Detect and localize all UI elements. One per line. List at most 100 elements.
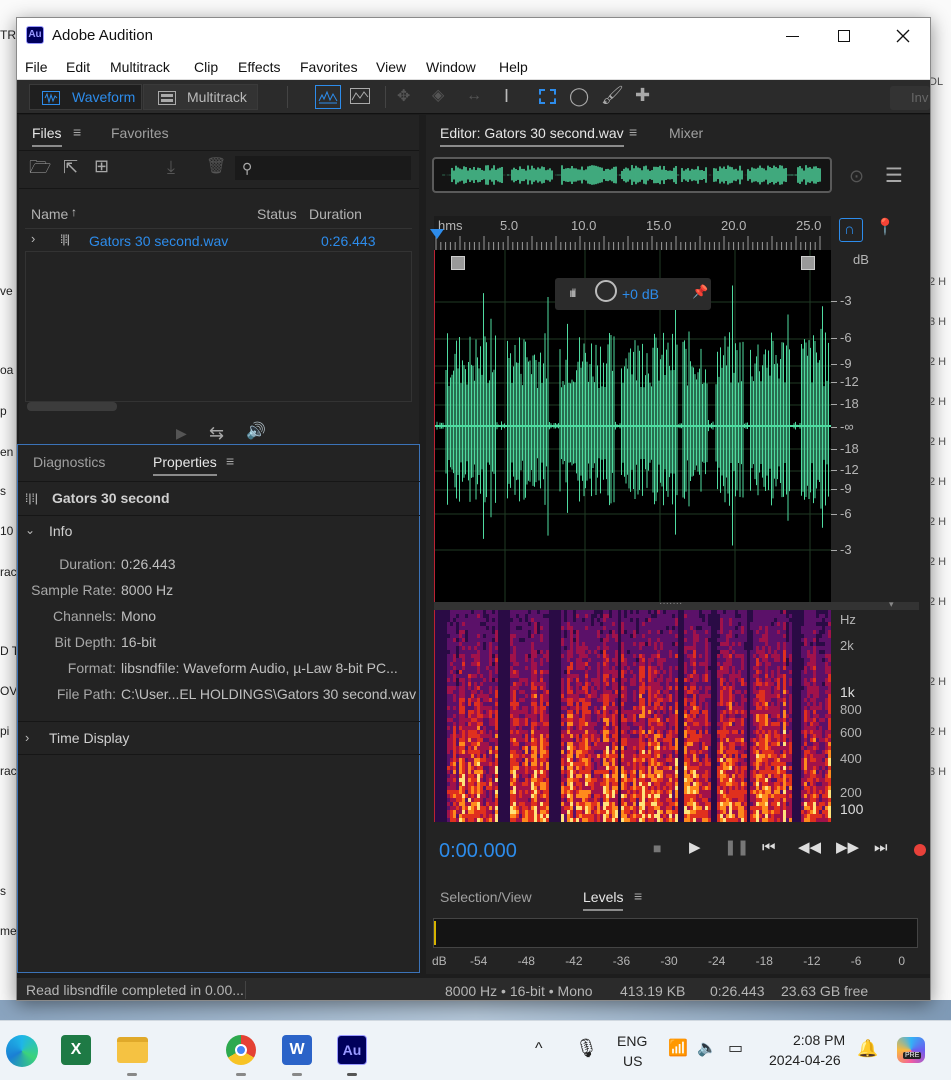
menu-favorites[interactable]: Favorites [300,59,358,75]
title-bar[interactable]: Au Adobe Audition [17,18,930,54]
menu-file[interactable]: File [25,59,48,75]
time-display-section-label[interactable]: Time Display [49,730,129,746]
spectrogram-cell [636,794,639,798]
playhead-marker-icon[interactable] [430,229,444,239]
spectrogram-cell [696,742,699,746]
spectral-display[interactable] [434,610,831,822]
tab-files[interactable]: Files [32,125,62,147]
spectrogram-cell [684,694,687,698]
spectrogram-cell [594,766,597,770]
spectrogram-cell [462,762,465,766]
open-file-icon[interactable]: 🗁 [29,158,51,176]
time-ruler[interactable]: hms 5.0 10.0 15.0 20.0 25.0 [434,216,831,250]
spectrogram-cell [612,666,615,670]
spectrogram-cell [636,682,639,686]
hud-gain[interactable]: ıılıl +0 dB 📌 [555,278,711,310]
spectrogram-cell [510,670,513,674]
spectrogram-cell [621,638,624,642]
tab-favorites[interactable]: Favorites [111,125,169,141]
spectrogram-cell [669,610,672,614]
spectrogram-cell [489,794,492,798]
spectrogram-cell [675,690,678,694]
spectrogram-cell [534,754,537,758]
waveform-view-button[interactable]: Waveform [29,84,142,110]
expand-chevron-icon[interactable]: › [31,231,35,246]
time-selection-tool-icon[interactable]: I [504,87,509,105]
show-waveform-toggle[interactable] [315,85,341,109]
spectrogram-cell [687,682,690,686]
spectrogram-cell [468,742,471,746]
loop-preview-icon[interactable]: ⇆ [209,424,224,442]
minimize-button[interactable] [773,22,813,50]
slip-tool-icon[interactable]: ↔ [466,88,482,104]
marquee-tool-button[interactable] [535,85,561,109]
spectrogram-cell [480,698,483,702]
tab-diagnostics[interactable]: Diagnostics [33,454,105,470]
column-name[interactable]: Name [31,206,68,222]
spectrogram-cell [729,642,732,646]
multitrack-view-button[interactable]: Multitrack [143,84,258,110]
spectrogram-cell [708,658,711,662]
new-file-icon[interactable]: ⊞ [94,157,109,175]
spectrogram-cell [489,758,492,762]
hud-pin-icon[interactable]: 📌 [692,284,708,300]
menu-effects[interactable]: Effects [238,59,281,75]
show-spectral-toggle[interactable] [348,85,374,109]
tab-properties[interactable]: Properties [153,454,217,476]
hud-gain-value[interactable]: +0 dB [622,286,659,302]
spectrogram-cell [588,686,591,690]
file-row[interactable]: › ⁞|⁞| Gators 30 second.wav 0:26.443 [25,228,412,252]
insert-into-multitrack-icon[interactable]: ⤓ [167,158,175,176]
column-duration[interactable]: Duration [309,206,362,222]
zoom-target-icon[interactable]: ⊙ [849,167,864,185]
spectrogram-cell [573,690,576,694]
amplitude-ruler[interactable]: dB -3 -6 -9 -12 -18 -∞ -18 -12 -9 -6 -3 [831,250,919,602]
files-search-input[interactable]: ⚲ [235,156,411,180]
tab-mixer[interactable]: Mixer [669,125,703,141]
files-panel-menu-icon[interactable]: ≡ [73,125,81,139]
fade-out-handle[interactable] [801,256,815,270]
menu-help[interactable]: Help [499,59,528,75]
overview-bar[interactable] [432,157,832,193]
lasso-tool-icon[interactable]: ◯ [569,87,589,105]
snap-button[interactable]: ∩ [839,218,863,242]
import-file-icon[interactable]: ⇱ [63,158,78,176]
close-button[interactable] [883,22,923,50]
tab-editor[interactable]: Editor: Gators 30 second.wav [440,125,624,147]
brush-tool-icon[interactable]: 🖌 [601,86,624,104]
play-preview-icon[interactable]: ▶ [176,426,187,440]
channel-list-icon[interactable]: ☰ [885,166,903,186]
spectrogram-cell [480,770,483,774]
pin-marker-icon[interactable]: 📍 [875,220,895,236]
menu-clip[interactable]: Clip [194,59,218,75]
editor-menu-icon[interactable]: ≡ [629,125,637,139]
gain-knob-icon[interactable] [595,280,617,302]
spectrogram-cell [687,634,690,638]
spectrogram-cell [540,786,543,790]
menu-view[interactable]: View [376,59,406,75]
time-display-chevron-icon[interactable]: › [25,730,29,745]
display-divider[interactable]: ······· ▾ [434,598,919,610]
horizontal-scrollbar[interactable] [27,402,117,411]
invert-button[interactable]: Inv [890,86,930,110]
waveform-display[interactable]: ıılıl +0 dB 📌 [434,250,832,602]
spectrogram-cell [474,674,477,678]
auto-play-icon[interactable]: 🔊 [246,424,266,440]
spectrogram-cell [528,778,531,782]
fade-in-handle[interactable] [451,256,465,270]
delete-file-icon[interactable]: 🗑 [206,159,226,175]
info-section-label[interactable]: Info [49,523,72,539]
razor-tool-icon[interactable]: ◈ [432,88,444,104]
menu-edit[interactable]: Edit [66,59,90,75]
menu-window[interactable]: Window [426,59,476,75]
spot-healing-tool-icon[interactable]: ✚ [635,86,650,104]
maximize-button[interactable] [825,22,865,50]
move-tool-icon[interactable]: ✥ [397,89,410,105]
info-collapse-chevron-icon[interactable]: ⌄ [25,523,35,537]
spectrogram-cell [690,802,693,806]
column-status[interactable]: Status [257,206,297,222]
menu-multitrack[interactable]: Multitrack [110,59,170,75]
properties-menu-icon[interactable]: ≡ [226,454,234,468]
spectrogram-cell [477,758,480,762]
spectrogram-cell [528,758,531,762]
